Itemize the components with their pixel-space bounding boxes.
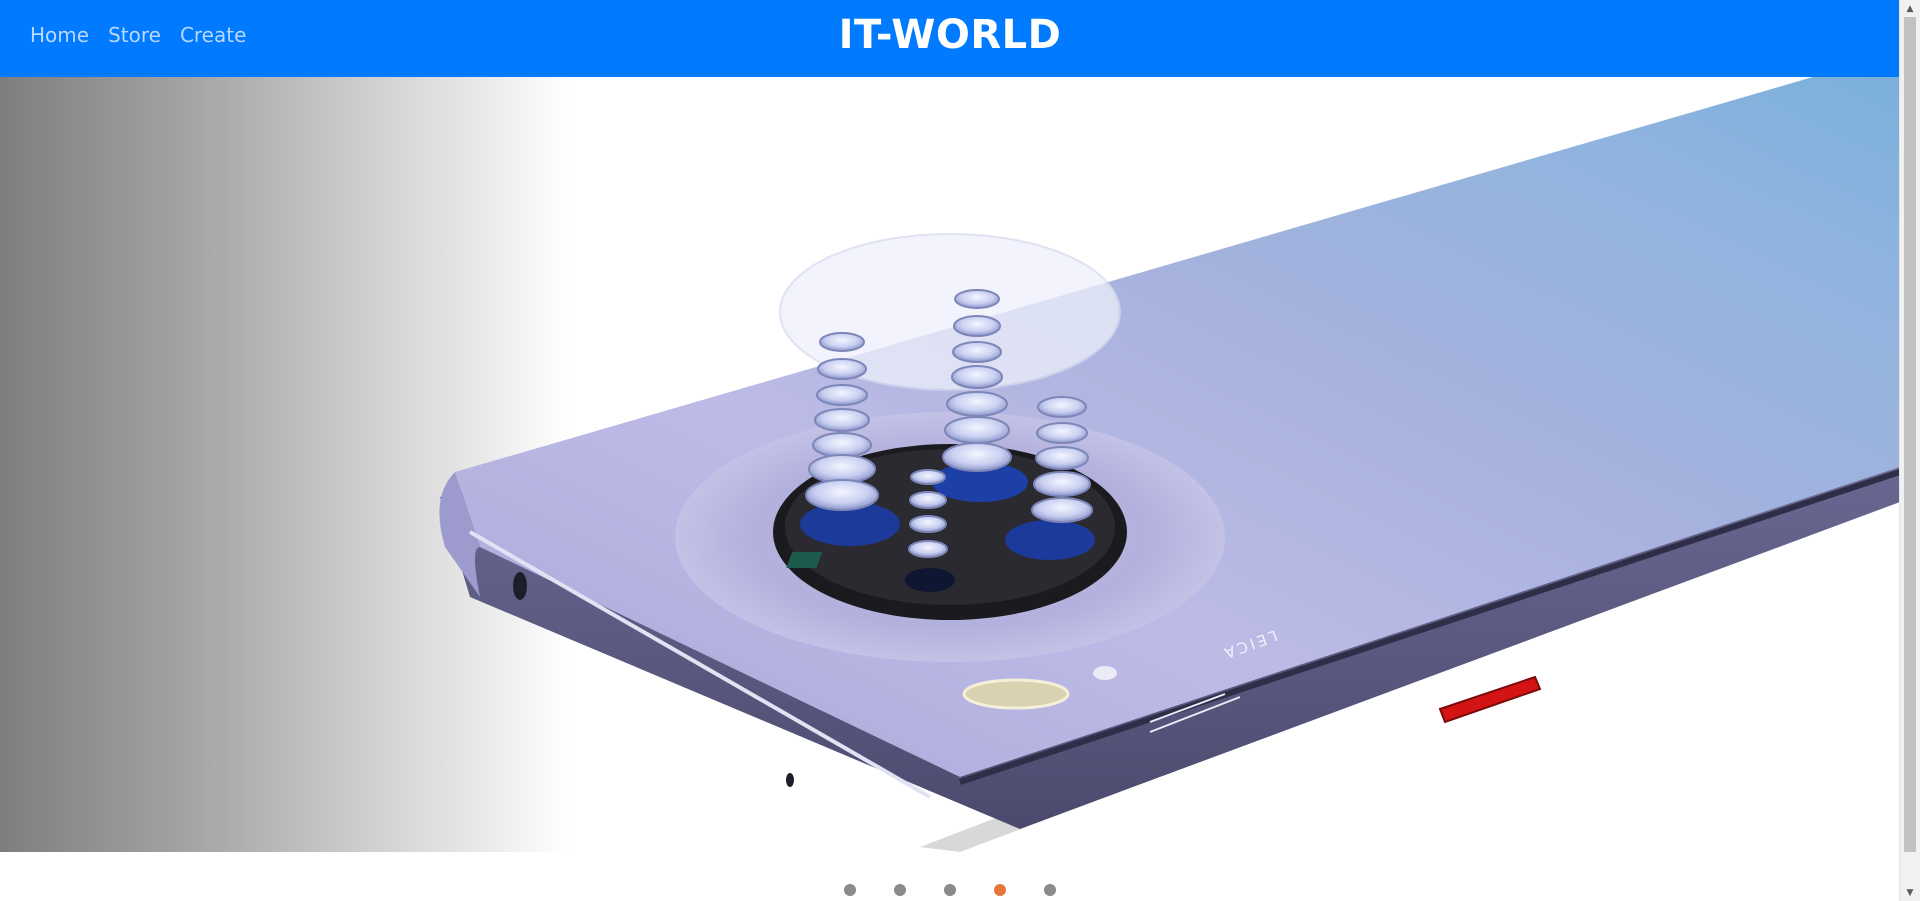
carousel-indicator-2[interactable] (894, 884, 906, 896)
navbar: Home Store Create IT-WORLD (0, 0, 1900, 77)
carousel-indicators (0, 884, 1900, 898)
carousel[interactable]: LEICA (0, 77, 1900, 852)
page: Home Store Create IT-WORLD LEICA (0, 0, 1900, 901)
scroll-thumb[interactable] (1904, 17, 1916, 852)
carousel-indicator-1[interactable] (844, 884, 856, 896)
carousel-indicator-3[interactable] (944, 884, 956, 896)
phone-camera-render: LEICA (439, 77, 1900, 852)
carousel-indicator-4[interactable] (994, 884, 1006, 896)
scroll-down-arrow-icon[interactable]: ▼ (1900, 884, 1920, 901)
site-brand[interactable]: IT-WORLD (0, 0, 1900, 70)
page-scrollbar[interactable]: ▲ ▼ (1899, 0, 1920, 901)
carousel-indicator-5[interactable] (1044, 884, 1056, 896)
scroll-up-arrow-icon[interactable]: ▲ (1900, 0, 1920, 17)
